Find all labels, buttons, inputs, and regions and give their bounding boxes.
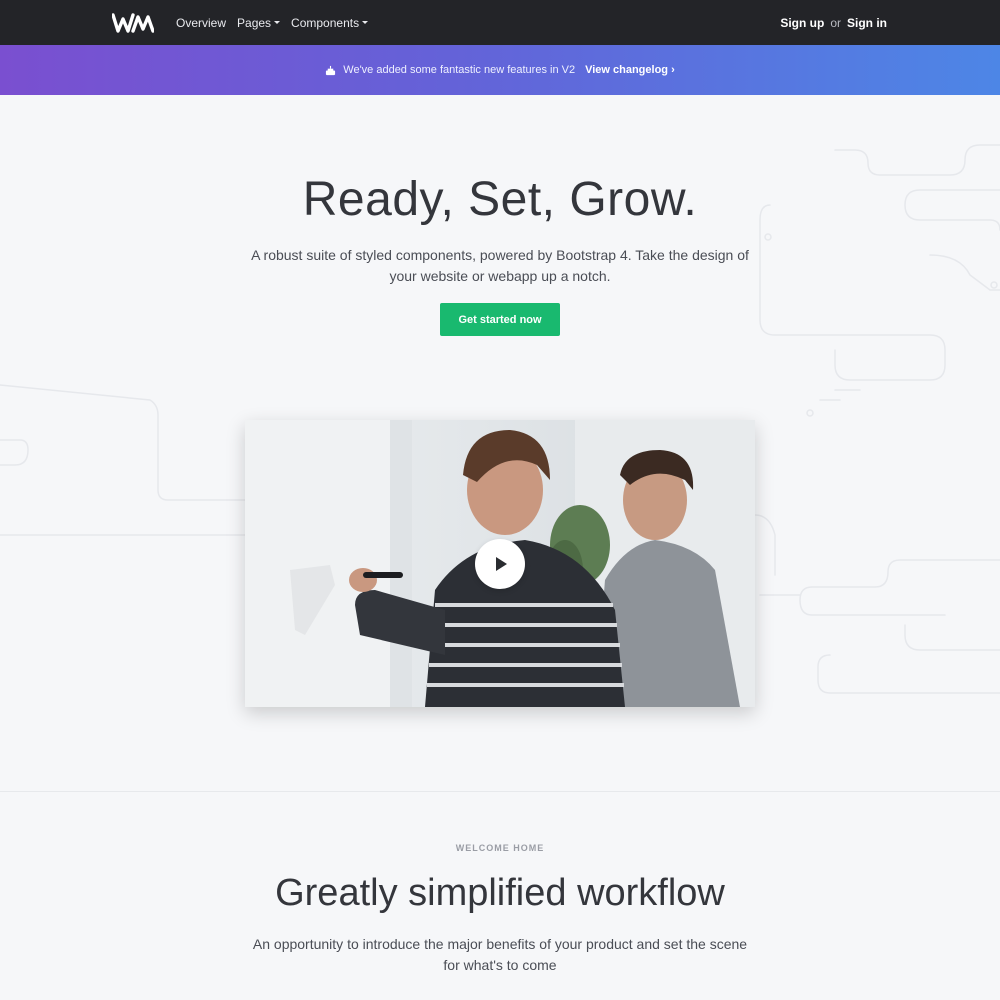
section-subtitle: An opportunity to introduce the major be… xyxy=(252,936,748,973)
announcement-text: We've added some fantastic new features … xyxy=(343,64,576,76)
nav-links: Overview Pages Components xyxy=(176,0,369,45)
nav-pages[interactable]: Pages xyxy=(237,15,281,30)
play-button[interactable] xyxy=(475,539,525,589)
sign-up-link[interactable]: Sign up xyxy=(780,16,824,30)
section-title: Greatly simplified workflow xyxy=(275,872,725,914)
nav-overview-label: Overview xyxy=(176,15,227,30)
nav-overview[interactable]: Overview xyxy=(176,16,226,30)
caret-down-icon xyxy=(274,21,281,24)
section-divider xyxy=(0,791,1000,792)
view-changelog-link[interactable]: View changelog › xyxy=(585,64,675,76)
nav-components[interactable]: Components xyxy=(291,15,369,30)
announcement-banner: We've added some fantastic new features … xyxy=(0,45,1000,95)
section-eyebrow: WELCOME HOME xyxy=(455,843,545,853)
hero-subtitle: A robust suite of styled components, pow… xyxy=(251,247,749,284)
auth-or-text: or xyxy=(830,15,841,30)
get-started-button[interactable]: Get started now xyxy=(440,303,560,336)
cake-icon xyxy=(326,65,336,75)
play-icon xyxy=(496,557,507,571)
logo-icon[interactable] xyxy=(112,13,154,33)
hero-title: Ready, Set, Grow. xyxy=(302,173,698,226)
caret-down-icon xyxy=(362,21,369,24)
top-navbar: Overview Pages Components Sign up or Sig… xyxy=(0,0,1000,45)
sign-in-link[interactable]: Sign in xyxy=(847,16,887,30)
video-preview[interactable] xyxy=(245,420,755,707)
nav-components-label: Components xyxy=(291,15,360,30)
nav-pages-label: Pages xyxy=(237,15,272,30)
auth-links: Sign up or Sign in xyxy=(780,0,887,45)
